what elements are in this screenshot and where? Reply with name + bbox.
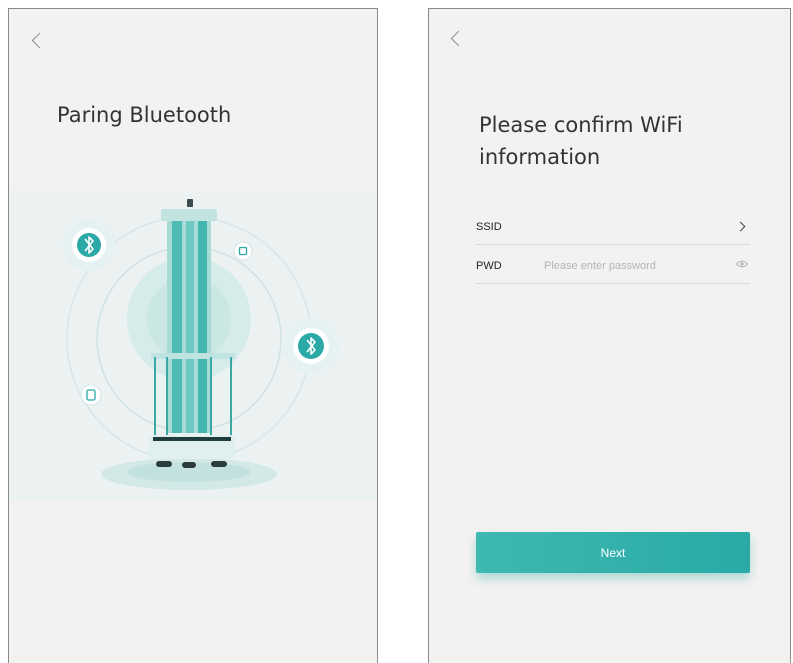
password-input[interactable]	[544, 256, 714, 276]
back-chevron-icon[interactable]	[31, 32, 48, 49]
ssid-row[interactable]: SSID	[476, 207, 750, 245]
ssid-label: SSID	[476, 221, 502, 233]
small-device-icon	[233, 241, 253, 261]
chevron-right-icon	[735, 221, 746, 232]
bluetooth-pairing-screen: Paring Bluetooth	[8, 8, 378, 663]
bluetooth-icon	[283, 318, 339, 374]
phone-device-icon	[80, 384, 102, 406]
page-title: Please confirm WiFi information	[479, 113, 683, 169]
pwd-label: PWD	[476, 260, 502, 272]
illustration-area	[9, 191, 377, 501]
wifi-confirm-screen: Please confirm WiFi information SSID PWD…	[428, 8, 791, 663]
pwd-row: PWD	[476, 246, 750, 284]
page-title: Paring Bluetooth	[57, 103, 232, 127]
next-button[interactable]: Next	[476, 532, 750, 573]
back-chevron-icon[interactable]	[450, 30, 467, 47]
eye-icon[interactable]	[736, 260, 748, 268]
bluetooth-icon	[63, 219, 115, 271]
robot-illustration	[63, 199, 339, 490]
